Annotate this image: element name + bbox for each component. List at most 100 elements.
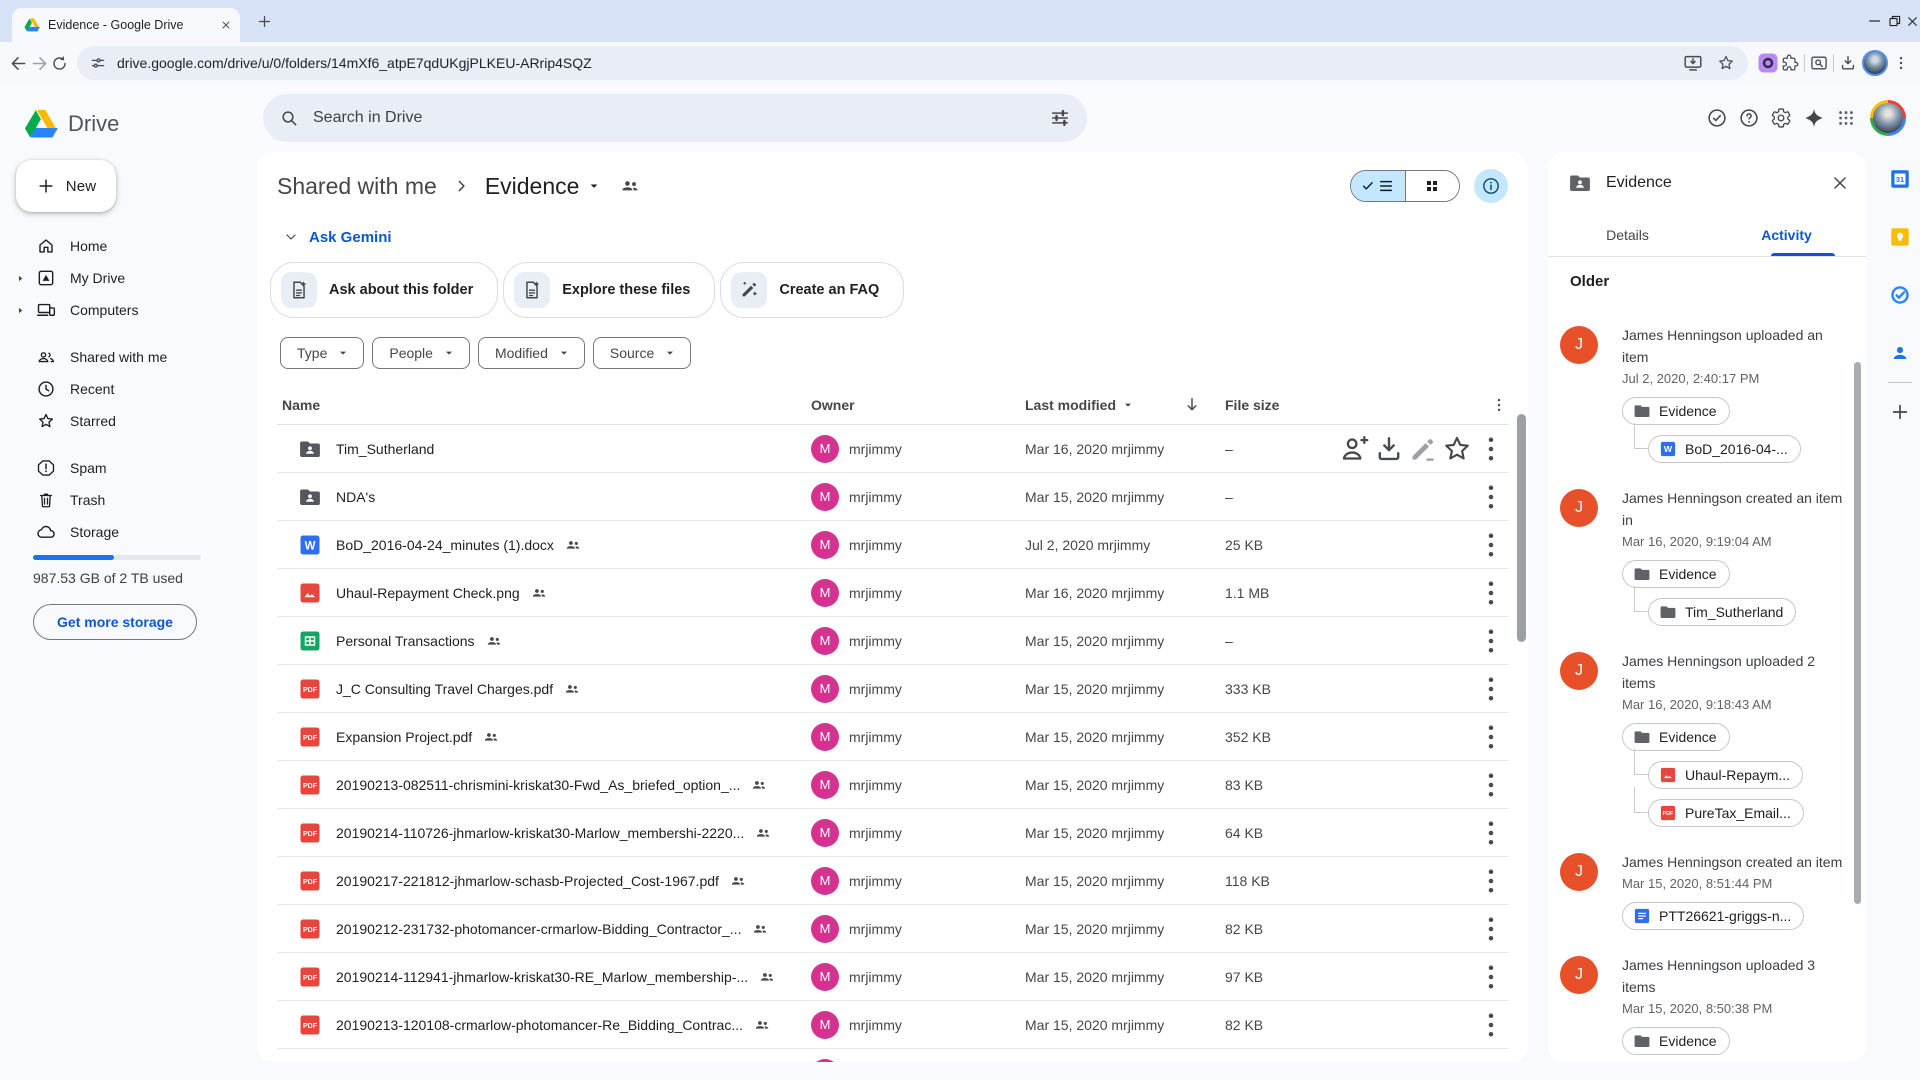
add-apps-icon[interactable] bbox=[1889, 401, 1911, 423]
view-toggle[interactable] bbox=[1350, 170, 1460, 202]
download-file-icon[interactable] bbox=[1372, 432, 1406, 466]
row-more-icon[interactable] bbox=[1474, 432, 1508, 466]
url-bar[interactable]: drive.google.com/drive/u/0/folders/14mXf… bbox=[77, 46, 1748, 80]
contacts-app-icon[interactable] bbox=[1889, 342, 1911, 364]
browser-menu-icon[interactable] bbox=[1892, 54, 1910, 72]
file-row[interactable]: PDF20190214-110726-jhmarlow-kriskat30-Ma… bbox=[277, 809, 1508, 857]
rename-pencil-icon[interactable] bbox=[1406, 432, 1440, 466]
activity-chip[interactable]: Evidence bbox=[1622, 560, 1730, 588]
window-minimize-button[interactable] bbox=[1865, 11, 1885, 31]
expand-arrow-icon[interactable] bbox=[12, 306, 28, 315]
row-more-icon[interactable] bbox=[1474, 624, 1508, 658]
sidebar-item-storage[interactable]: Storage bbox=[0, 516, 228, 548]
account-avatar[interactable] bbox=[1870, 100, 1906, 136]
file-row[interactable]: NDA'sMmrjimmyMar 15, 2020 mrjimmy– bbox=[277, 473, 1508, 521]
tasks-app-icon[interactable] bbox=[1889, 284, 1911, 306]
suggestion-card-0[interactable]: Ask about this folder bbox=[270, 262, 498, 318]
sidebar-item-my-drive[interactable]: My Drive bbox=[0, 262, 228, 294]
sidebar-item-shared-with-me[interactable]: Shared with me bbox=[0, 341, 228, 373]
panel-close-icon[interactable] bbox=[1830, 173, 1850, 193]
search-options-icon[interactable] bbox=[1049, 107, 1071, 129]
browser-tab[interactable]: Evidence - Google Drive bbox=[12, 8, 240, 42]
sort-direction-icon[interactable] bbox=[1182, 395, 1202, 415]
folder-members-icon[interactable] bbox=[619, 175, 641, 197]
row-more-icon[interactable] bbox=[1474, 864, 1508, 898]
activity-chip[interactable]: WBoD_2016-04-... bbox=[1648, 435, 1801, 463]
row-more-icon[interactable] bbox=[1474, 480, 1508, 514]
sidebar-item-home[interactable]: Home bbox=[0, 230, 228, 262]
forward-button[interactable] bbox=[29, 53, 50, 74]
browser-profile-avatar[interactable] bbox=[1858, 46, 1892, 80]
row-more-icon[interactable] bbox=[1474, 576, 1508, 610]
header-more-icon[interactable] bbox=[1490, 396, 1508, 414]
drive-logo[interactable]: Drive bbox=[24, 92, 119, 156]
share-add-person-icon[interactable] bbox=[1338, 432, 1372, 466]
tab-details[interactable]: Details bbox=[1548, 214, 1707, 256]
sidebar-item-recent[interactable]: Recent bbox=[0, 373, 228, 405]
get-more-storage-button[interactable]: Get more storage bbox=[33, 604, 197, 640]
file-row[interactable]: Personal TransactionsMmrjimmyMar 15, 202… bbox=[277, 617, 1508, 665]
row-more-icon[interactable] bbox=[1474, 672, 1508, 706]
row-more-icon[interactable] bbox=[1474, 816, 1508, 850]
gemini-sparkle-icon[interactable] bbox=[1802, 106, 1826, 130]
new-tab-button[interactable] bbox=[256, 13, 273, 30]
ask-gemini[interactable]: Ask Gemini bbox=[283, 227, 1508, 247]
file-row[interactable]: Uhaul-Repayment Check.pngMmrjimmyMar 16,… bbox=[277, 569, 1508, 617]
ask-gemini-label[interactable]: Ask Gemini bbox=[309, 229, 392, 246]
file-row[interactable]: PDF20190213-082511-chrismini-kriskat30-F… bbox=[277, 761, 1508, 809]
row-more-icon[interactable] bbox=[1474, 720, 1508, 754]
filter-modified[interactable]: Modified bbox=[478, 337, 585, 369]
tab-activity[interactable]: Activity bbox=[1707, 214, 1866, 256]
file-row[interactable]: WBoD_2016-04-24_minutes (1).docxMmrjimmy… bbox=[277, 521, 1508, 569]
list-view-button[interactable] bbox=[1351, 171, 1405, 201]
breadcrumb-shared-with-me[interactable]: Shared with me bbox=[277, 173, 437, 200]
file-row[interactable]: PDF20190213-120108-crmarlow-photomancer-… bbox=[277, 1001, 1508, 1049]
window-close-button[interactable] bbox=[1905, 14, 1920, 29]
file-row[interactable]: PDFExpansion Project.pdfMmrjimmyMar 15, … bbox=[277, 713, 1508, 761]
activity-chip[interactable]: Evidence bbox=[1622, 723, 1730, 751]
calendar-app-icon[interactable]: 31 bbox=[1889, 168, 1911, 190]
file-list-scrollbar[interactable] bbox=[1517, 414, 1526, 642]
sidebar-item-starred[interactable]: Starred bbox=[0, 405, 228, 437]
filter-type[interactable]: Type bbox=[280, 337, 364, 369]
column-last-modified[interactable]: Last modified bbox=[1025, 397, 1116, 413]
expand-arrow-icon[interactable] bbox=[12, 274, 28, 283]
suggestion-card-2[interactable]: Create an FAQ bbox=[720, 262, 904, 318]
extensions-puzzle-icon[interactable] bbox=[1780, 53, 1800, 73]
file-row[interactable]: PDF20190212-231732-photomancer-crmarlow-… bbox=[277, 905, 1508, 953]
downloads-icon[interactable] bbox=[1838, 53, 1858, 73]
filter-source[interactable]: Source bbox=[593, 337, 691, 369]
extension-avast-icon[interactable] bbox=[1756, 51, 1780, 75]
reload-button[interactable] bbox=[50, 54, 69, 73]
keep-app-icon[interactable] bbox=[1889, 226, 1911, 248]
column-name[interactable]: Name bbox=[282, 397, 320, 413]
file-row[interactable]: PDFM bbox=[277, 1049, 1508, 1062]
file-row[interactable]: PDF20190214-112941-jhmarlow-kriskat30-RE… bbox=[277, 953, 1508, 1001]
row-more-icon[interactable] bbox=[1474, 768, 1508, 802]
sidebar-item-spam[interactable]: Spam bbox=[0, 452, 228, 484]
activity-chip[interactable]: PDFPureTax_Email... bbox=[1648, 799, 1804, 827]
settings-gear-icon[interactable] bbox=[1770, 107, 1792, 129]
new-button[interactable]: New bbox=[16, 160, 116, 212]
google-apps-icon[interactable] bbox=[1836, 108, 1856, 128]
search-icon[interactable] bbox=[279, 108, 299, 128]
activity-chip[interactable]: Evidence bbox=[1622, 1027, 1730, 1055]
help-icon[interactable] bbox=[1738, 107, 1760, 129]
suggestion-card-1[interactable]: Explore these files bbox=[503, 262, 715, 318]
folder-menu-caret-icon[interactable] bbox=[585, 177, 603, 195]
file-row[interactable]: PDF20190217-221812-jhmarlow-schasb-Proje… bbox=[277, 857, 1508, 905]
breadcrumb-current-folder[interactable]: Evidence bbox=[485, 173, 580, 200]
activity-scrollbar[interactable] bbox=[1854, 362, 1861, 904]
details-info-button[interactable] bbox=[1474, 169, 1508, 203]
modified-caret-icon[interactable] bbox=[1120, 397, 1136, 413]
offline-status-icon[interactable] bbox=[1706, 107, 1728, 129]
bookmark-star-icon[interactable] bbox=[1716, 53, 1736, 73]
activity-chip[interactable]: Tim_Sutherland bbox=[1648, 598, 1796, 626]
site-info-icon[interactable] bbox=[89, 54, 107, 72]
row-more-icon[interactable] bbox=[1474, 528, 1508, 562]
column-file-size[interactable]: File size bbox=[1225, 397, 1279, 413]
activity-chip[interactable]: Evidence bbox=[1622, 397, 1730, 425]
tab-search-icon[interactable] bbox=[1809, 53, 1829, 73]
back-button[interactable] bbox=[8, 53, 29, 74]
row-more-icon[interactable] bbox=[1474, 960, 1508, 994]
